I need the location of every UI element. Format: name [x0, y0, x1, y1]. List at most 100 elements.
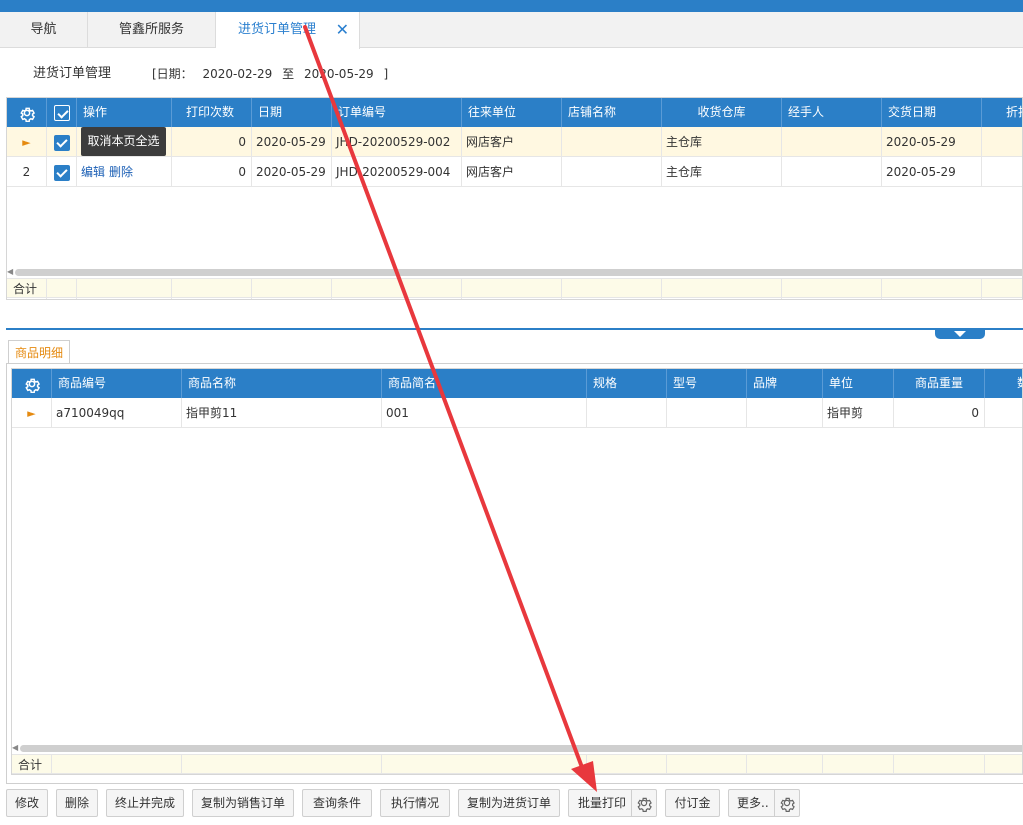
terminate-complete-button[interactable]: 终止并完成 — [106, 789, 184, 817]
column-header[interactable]: 店铺名称 — [562, 98, 662, 127]
edit-button[interactable]: 修改 — [6, 789, 48, 817]
print-count-cell: 0 — [172, 157, 252, 187]
print-count-cell: 0 — [172, 127, 252, 157]
column-header[interactable]: 商品简名 — [382, 369, 587, 398]
column-header[interactable]: 商品名称 — [182, 369, 382, 398]
table-row[interactable]: 2 编辑 删除 0 2020-05-29 JHD-20200529-004 网店客… — [7, 157, 1022, 187]
tab-label: 管鑫所服务 — [118, 22, 184, 37]
gear-icon[interactable] — [635, 794, 653, 812]
copy-to-purchase-order-button[interactable]: 复制为进货订单 — [458, 789, 560, 817]
date-cell: 2020-05-29 — [252, 157, 332, 187]
divider — [6, 363, 1023, 364]
orders-grid-header: 操作 打印次数 日期 订单编号 往来单位 店铺名称 收货仓库 经手人 交货日期 … — [7, 98, 1022, 127]
batch-print-button[interactable]: 批量打印 — [568, 789, 657, 817]
horizontal-scrollbar[interactable] — [20, 745, 1022, 752]
tab-purchase-order-management[interactable]: 进货订单管理 ✕ — [216, 12, 360, 49]
select-all-checkbox[interactable] — [47, 98, 77, 127]
tab-product-detail[interactable]: 商品明细 — [8, 340, 70, 364]
quantity-cell — [985, 398, 1022, 428]
page-title: 进货订单管理 — [33, 66, 112, 81]
column-header[interactable]: 打印次数 — [172, 98, 252, 127]
column-header[interactable]: 商品编号 — [52, 369, 182, 398]
unit-cell: 指甲剪 — [823, 398, 894, 428]
delivery-date-cell: 2020-05-29 — [882, 127, 982, 157]
tab-label: 进货订单管理 — [238, 22, 317, 37]
column-header[interactable]: 单位 — [823, 369, 894, 398]
warehouse-cell: 主仓库 — [662, 157, 782, 187]
panel-splitter[interactable] — [6, 328, 1023, 330]
delete-link[interactable]: 删除 — [109, 165, 133, 179]
checkbox-icon — [53, 134, 70, 151]
product-name-cell: 指甲剪11 — [182, 398, 382, 428]
column-header[interactable]: 订单编号 — [332, 98, 462, 127]
column-header[interactable]: 日期 — [252, 98, 332, 127]
divider — [6, 783, 1023, 784]
summary-cell — [182, 755, 382, 774]
product-detail-grid: 商品编号 商品名称 商品简名 规格 型号 品牌 单位 商品重量 数 ► a710… — [11, 368, 1023, 775]
column-header[interactable]: 规格 — [587, 369, 667, 398]
row-actions: 编辑删除 — [77, 157, 172, 187]
summary-cell — [332, 279, 462, 299]
horizontal-scrollbar[interactable] — [15, 269, 1022, 276]
column-header[interactable]: 折扣 — [982, 98, 1022, 127]
column-header[interactable]: 数 — [985, 369, 1022, 398]
brand-cell — [747, 398, 823, 428]
tab-label: 导航 — [30, 22, 57, 37]
column-header[interactable]: 经手人 — [782, 98, 882, 127]
shop-cell — [562, 127, 662, 157]
summary-cell — [747, 755, 823, 774]
column-header[interactable]: 品牌 — [747, 369, 823, 398]
more-label: 更多.. — [737, 796, 769, 810]
product-code-cell: a710049qq — [52, 398, 182, 428]
delete-button[interactable]: 删除 — [56, 789, 98, 817]
row-checkbox[interactable] — [47, 157, 77, 187]
summary-cell — [894, 755, 985, 774]
model-cell — [667, 398, 747, 428]
column-header[interactable]: 往来单位 — [462, 98, 562, 127]
pay-deposit-button[interactable]: 付订金 — [665, 789, 720, 817]
grid-settings-button[interactable] — [12, 369, 52, 398]
tab-guanxin-service[interactable]: 管鑫所服务 — [88, 12, 216, 48]
summary-cell — [172, 279, 252, 299]
edit-link[interactable]: 编辑 — [81, 165, 105, 179]
row-indicator: ► — [7, 127, 47, 157]
column-header[interactable]: 商品重量 — [894, 369, 985, 398]
grid-settings-button[interactable] — [7, 98, 47, 127]
date-to: 2020-05-29 — [303, 67, 374, 81]
column-header[interactable]: 交货日期 — [882, 98, 982, 127]
partner-cell: 网店客户 — [462, 127, 562, 157]
copy-to-sales-order-button[interactable]: 复制为销售订单 — [192, 789, 294, 817]
summary-cell — [782, 279, 882, 299]
column-header[interactable]: 收货仓库 — [662, 98, 782, 127]
scroll-left-icon[interactable]: ◀ — [7, 267, 15, 277]
scroll-left-icon[interactable]: ◀ — [12, 743, 20, 753]
table-row[interactable]: ► a710049qq 指甲剪11 001 指甲剪 0 — [12, 398, 1022, 428]
row-number: 2 — [7, 157, 47, 187]
date-from: 2020-02-29 — [202, 67, 273, 81]
shop-cell — [562, 157, 662, 187]
summary-cell — [667, 755, 747, 774]
app-top-bar — [0, 0, 1023, 12]
bottom-toolbar: 修改 删除 终止并完成 复制为销售订单 查询条件 执行情况 复制为进货订单 批量… — [0, 789, 1023, 819]
column-header[interactable]: 操作 — [77, 98, 172, 127]
partner-cell: 网店客户 — [462, 157, 562, 187]
column-header[interactable]: 型号 — [667, 369, 747, 398]
row-pointer-icon: ► — [22, 136, 31, 149]
query-conditions-button[interactable]: 查询条件 — [302, 789, 372, 817]
gear-icon — [19, 107, 35, 122]
close-icon[interactable]: ✕ — [336, 12, 349, 48]
date-suffix: ] — [383, 67, 389, 81]
divider — [774, 790, 775, 816]
more-button[interactable]: 更多.. — [728, 789, 800, 817]
checkbox-icon — [53, 104, 70, 121]
collapse-panel-button[interactable] — [935, 328, 985, 339]
execution-status-button[interactable]: 执行情况 — [380, 789, 450, 817]
row-checkbox[interactable] — [47, 127, 77, 157]
summary-label: 合计 — [12, 755, 52, 774]
detail-grid-header: 商品编号 商品名称 商品简名 规格 型号 品牌 单位 商品重量 数 — [12, 369, 1022, 398]
checkbox-icon — [53, 164, 70, 181]
tab-navigation[interactable]: 导航 — [0, 12, 88, 48]
gear-icon[interactable] — [778, 794, 796, 812]
weight-cell: 0 — [894, 398, 985, 428]
discount-cell — [982, 127, 1022, 157]
